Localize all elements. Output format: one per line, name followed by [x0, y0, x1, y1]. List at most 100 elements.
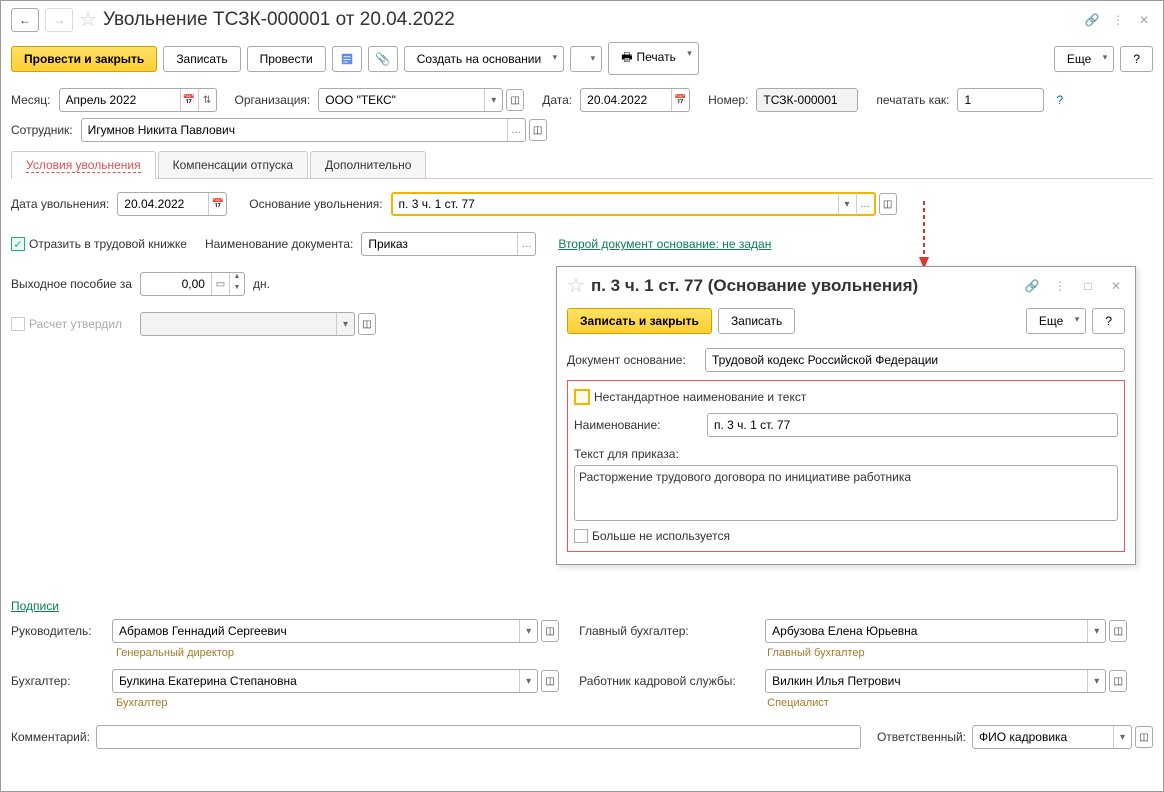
chief-acc-dropdown-icon[interactable]: ▾ — [1087, 620, 1105, 642]
print-as-help-icon[interactable]: ? — [1056, 93, 1063, 107]
number-input[interactable] — [757, 89, 857, 111]
unused-checkbox[interactable]: Больше не используется — [574, 529, 730, 543]
attach-icon-button[interactable]: 📎 — [368, 46, 398, 72]
head-label: Руководитель: — [11, 624, 106, 638]
save-button[interactable]: Записать — [163, 46, 240, 72]
print-as-label: печатать как: — [876, 93, 949, 107]
doc-name-input[interactable] — [362, 233, 517, 255]
popup-star-icon[interactable]: ☆ — [567, 273, 585, 298]
popup-more-button[interactable]: Еще — [1026, 308, 1086, 334]
org-open-button[interactable]: ◫ — [506, 89, 524, 111]
head-open-button[interactable]: ◫ — [541, 620, 559, 642]
employee-pick-icon[interactable]: … — [507, 119, 525, 141]
approved-checkbox-label: Расчет утвердил — [29, 317, 122, 331]
doc-basis-input[interactable] — [706, 349, 1124, 371]
org-label: Организация: — [235, 93, 311, 107]
acc-label: Бухгалтер: — [11, 674, 106, 688]
popup-save-close-button[interactable]: Записать и закрыть — [567, 308, 712, 334]
more-button[interactable]: Еще — [1054, 46, 1114, 72]
popup-save-button[interactable]: Записать — [718, 308, 795, 334]
popup-close-icon[interactable]: ✕ — [1107, 277, 1125, 295]
tab-extra[interactable]: Дополнительно — [310, 151, 426, 178]
dismiss-date-input[interactable] — [118, 193, 208, 215]
popup-help-button[interactable]: ? — [1092, 308, 1125, 334]
severance-calc-icon[interactable]: ▭ — [211, 273, 229, 295]
hr-input[interactable] — [766, 670, 1087, 692]
employee-label: Сотрудник: — [11, 123, 73, 137]
popup-kebab-icon[interactable]: ⋮ — [1051, 277, 1069, 295]
doc-name-pick-icon[interactable]: … — [517, 233, 535, 255]
severance-input[interactable] — [141, 273, 211, 295]
org-input[interactable] — [319, 89, 484, 111]
create-based-button[interactable]: Создать на основании — [404, 46, 565, 72]
acc-open-button[interactable]: ◫ — [541, 670, 559, 692]
org-dropdown-icon[interactable]: ▾ — [484, 89, 502, 111]
post-button[interactable]: Провести — [247, 46, 326, 72]
calendar-icon[interactable]: 📅 — [180, 89, 198, 111]
responsible-label: Ответственный: — [877, 730, 966, 744]
approved-checkbox: Расчет утвердил — [11, 317, 122, 331]
hr-dropdown-icon[interactable]: ▾ — [1087, 670, 1105, 692]
date-input[interactable] — [581, 89, 671, 111]
nav-back-button[interactable]: ← — [11, 8, 39, 32]
print-button[interactable]: 🖶Печать — [608, 42, 699, 75]
order-text-input[interactable]: Расторжение трудового договора по инициа… — [579, 470, 911, 484]
signatures-link[interactable]: Подписи — [1, 599, 69, 619]
copy-icon-button[interactable] — [570, 46, 602, 72]
reason-popup: ☆ п. 3 ч. 1 ст. 77 (Основание увольнения… — [556, 266, 1136, 565]
severance-down-icon[interactable]: ▼ — [230, 284, 244, 295]
employee-open-button[interactable]: ◫ — [529, 119, 547, 141]
chief-acc-open-button[interactable]: ◫ — [1109, 620, 1127, 642]
date-label: Дата: — [542, 93, 572, 107]
month-dropdown-icon[interactable]: ⇅ — [198, 89, 216, 111]
print-label: Печать — [637, 50, 676, 64]
post-close-button[interactable]: Провести и закрыть — [11, 46, 157, 72]
date-calendar-icon[interactable]: 📅 — [671, 89, 689, 111]
reason-input[interactable] — [393, 193, 838, 215]
reason-dropdown-icon[interactable]: ▾ — [838, 193, 856, 215]
report-icon-button[interactable] — [332, 46, 362, 72]
approved-open-button: ◫ — [358, 313, 376, 335]
responsible-input[interactable] — [973, 726, 1113, 748]
reason-label: Основание увольнения: — [249, 197, 382, 211]
kebab-icon[interactable]: ⋮ — [1109, 11, 1127, 29]
head-dropdown-icon[interactable]: ▾ — [519, 620, 537, 642]
employee-input[interactable] — [82, 119, 507, 141]
star-icon[interactable]: ☆ — [79, 7, 97, 32]
hr-open-button[interactable]: ◫ — [1109, 670, 1127, 692]
nav-forward-button[interactable]: → — [45, 8, 73, 32]
popup-name-input[interactable] — [708, 414, 1117, 436]
approved-dropdown-icon: ▾ — [336, 313, 354, 335]
popup-maximize-icon[interactable]: □ — [1079, 277, 1097, 295]
acc-input[interactable] — [113, 670, 519, 692]
doc-name-label: Наименование документа: — [205, 237, 353, 251]
acc-dropdown-icon[interactable]: ▾ — [519, 670, 537, 692]
dismiss-date-label: Дата увольнения: — [11, 197, 109, 211]
popup-link-icon[interactable]: 🔗 — [1023, 277, 1041, 295]
comment-input[interactable] — [97, 726, 860, 748]
close-icon[interactable]: ✕ — [1135, 11, 1153, 29]
severance-label: Выходное пособие за — [11, 277, 132, 291]
popup-name-label: Наименование: — [574, 418, 699, 432]
reason-open-button[interactable]: ◫ — [879, 193, 897, 215]
month-input[interactable] — [60, 89, 180, 111]
severance-up-icon[interactable]: ▲ — [230, 273, 244, 284]
reason-pick-icon[interactable]: … — [856, 193, 874, 215]
workbook-checkbox[interactable]: ✓Отразить в трудовой книжке — [11, 237, 187, 251]
head-title-label: Генеральный директор — [116, 647, 559, 665]
responsible-open-button[interactable]: ◫ — [1135, 726, 1153, 748]
print-as-input[interactable] — [958, 89, 1043, 111]
responsible-dropdown-icon[interactable]: ▾ — [1113, 726, 1131, 748]
comment-label: Комментарий: — [11, 730, 90, 744]
help-button[interactable]: ? — [1120, 46, 1153, 72]
chief-acc-input[interactable] — [766, 620, 1087, 642]
link-icon[interactable]: 🔗 — [1083, 11, 1101, 29]
tab-conditions[interactable]: Условия увольнения — [11, 151, 156, 179]
tab-vacation[interactable]: Компенсации отпуска — [158, 151, 308, 178]
second-doc-link[interactable]: Второй документ основание: не задан — [558, 237, 771, 251]
head-input[interactable] — [113, 620, 519, 642]
nonstd-checkbox[interactable]: Нестандартное наименование и текст — [574, 389, 806, 405]
dismiss-date-calendar-icon[interactable]: 📅 — [208, 193, 226, 215]
nonstd-checkbox-label: Нестандартное наименование и текст — [594, 390, 806, 404]
approved-input — [141, 313, 336, 335]
